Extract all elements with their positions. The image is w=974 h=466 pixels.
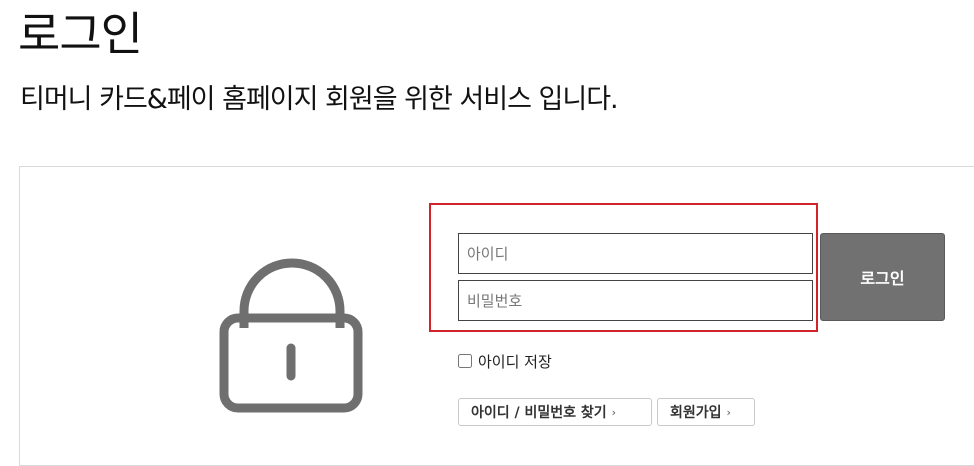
find-id-password-label: 아이디 / 비밀번호 찾기 bbox=[471, 405, 607, 421]
lock-icon bbox=[219, 258, 363, 413]
login-button[interactable]: 로그인 bbox=[820, 233, 945, 321]
join-button[interactable]: 회원가입 › bbox=[657, 398, 755, 426]
remember-id[interactable]: 아이디 저장 bbox=[458, 350, 552, 372]
page-title: 로그인 bbox=[18, 7, 143, 61]
password-input[interactable] bbox=[458, 280, 813, 321]
page-subtitle: 티머니 카드&페이 홈페이지 회원을 위한 서비스 입니다. bbox=[20, 84, 619, 115]
find-id-password-button[interactable]: 아이디 / 비밀번호 찾기 › bbox=[458, 398, 652, 426]
remember-id-label: 아이디 저장 bbox=[478, 352, 552, 371]
chevron-right-icon: › bbox=[611, 405, 617, 419]
join-label: 회원가입 bbox=[670, 405, 722, 421]
id-input[interactable] bbox=[458, 233, 813, 274]
remember-id-checkbox[interactable] bbox=[458, 354, 472, 368]
chevron-right-icon: › bbox=[726, 405, 731, 419]
